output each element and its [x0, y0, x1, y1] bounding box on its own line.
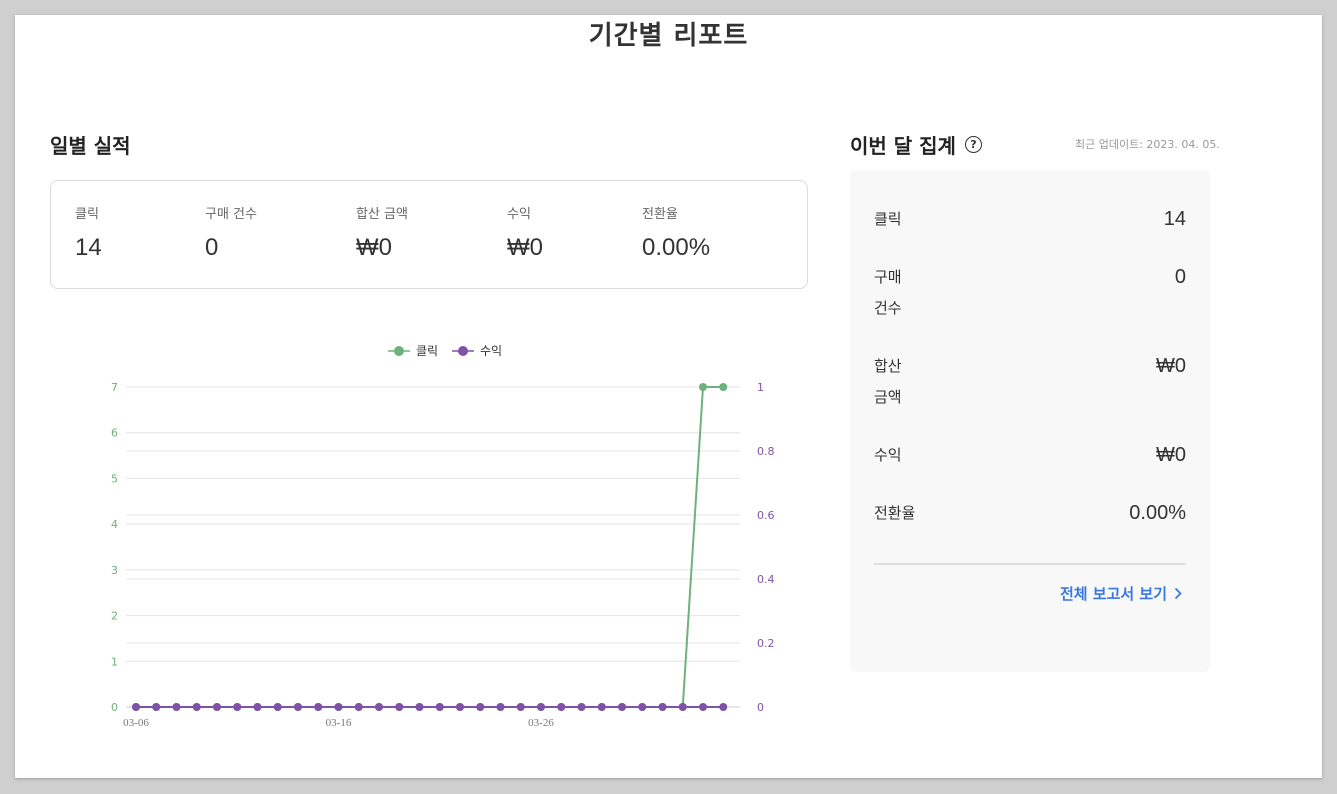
data-point: [294, 703, 302, 711]
y-right-tick-label: 0.2: [757, 637, 775, 650]
summary-label-revenue: 수익: [874, 446, 902, 464]
data-point: [537, 703, 545, 711]
data-point: [699, 383, 707, 391]
summary-label-clicks: 클릭: [874, 210, 902, 228]
y-left-tick-label: 1: [111, 655, 118, 668]
summary-value-clicks: 14: [1163, 208, 1186, 230]
monthly-summary-card: 클릭 14 구매 건수 0 합산 금액 ₩0 수익 ₩0 전환율 0.00% 전…: [850, 170, 1210, 672]
data-point: [334, 703, 343, 711]
series-line: [136, 386, 724, 708]
data-point: [516, 703, 525, 711]
stat-value: ₩0: [356, 234, 392, 261]
daily-stats-box: 클릭 14 구매 건수 0 합산 금액 ₩0 수익 ₩0 전환율 0.00%: [50, 180, 808, 289]
data-point: [132, 703, 140, 711]
data-point: [719, 383, 728, 391]
data-point: [233, 703, 242, 711]
y-right-tick-label: 0.6: [757, 509, 775, 522]
stat-label: 구매 건수: [205, 207, 257, 222]
data-point: [415, 703, 424, 711]
report-page: 기간별 리포트 일별 실적 클릭 14 구매 건수 0 합산 금액 ₩0 수익 …: [15, 15, 1322, 778]
daily-performance-chart: 0 1 2 3 4 5 6 7 0 0.2 0.4 0.6 0.8 1 03-06 03-16 03-26 클릭 수…: [111, 344, 775, 729]
data-point: [638, 703, 647, 711]
data-point: [699, 703, 707, 711]
data-point: [213, 703, 221, 711]
summary-value-conversion: 0.00%: [1129, 502, 1186, 524]
stat-value: 14: [75, 234, 102, 261]
y-left-tick-label: 4: [111, 518, 118, 531]
y-right-tick-label: 0.8: [757, 445, 775, 458]
last-updated-text: 최근 업데이트: 2023. 04. 05.: [1075, 138, 1220, 151]
stat-label: 수익: [507, 207, 531, 222]
x-tick-label: 03-16: [326, 717, 352, 729]
legend-marker: [458, 346, 468, 356]
page-title: 기간별 리포트: [588, 21, 749, 51]
data-point: [496, 703, 505, 711]
daily-section-title: 일별 실적: [50, 134, 131, 158]
data-point: [456, 703, 464, 711]
data-point: [314, 703, 323, 711]
stat-conversion: 전환율 0.00%: [642, 203, 710, 262]
y-left-tick-label: 5: [111, 472, 118, 485]
monthly-section-title: 이번 달 집계 ?: [850, 130, 982, 159]
question-circle-icon[interactable]: ?: [964, 136, 982, 153]
data-point: [618, 703, 626, 711]
data-point: [658, 703, 667, 711]
data-point: [192, 703, 201, 711]
y-left-tick-label: 0: [111, 701, 118, 714]
monthly-title-text: 이번 달 집계: [850, 134, 956, 158]
stat-value: 0: [205, 234, 219, 261]
legend-label: 수익: [480, 344, 502, 358]
stat-clicks: 클릭 14: [75, 203, 102, 262]
summary-value-revenue: ₩0: [1156, 444, 1186, 466]
y-left-tick-label: 3: [111, 564, 118, 577]
summary-divider: [874, 563, 1186, 565]
full-report-link-label: 전체 보고서 보기: [1059, 585, 1167, 603]
y-right-tick-label: 0.4: [757, 573, 775, 586]
legend-label: 클릭: [416, 344, 438, 358]
data-point: [719, 703, 728, 711]
x-tick-label: 03-26: [528, 717, 554, 729]
summary-value-purchases: 0: [1174, 266, 1186, 288]
data-point: [253, 703, 262, 711]
y-right-tick-label: 1: [757, 381, 764, 394]
legend-marker: [394, 346, 404, 356]
x-tick-label: 03-06: [123, 717, 149, 729]
data-point: [375, 703, 383, 711]
data-point: [435, 703, 444, 711]
stat-label: 전환율: [642, 207, 678, 222]
stat-purchases: 구매 건수 0: [205, 203, 257, 262]
data-point: [273, 703, 282, 711]
summary-label-purchases: 구매 건수: [874, 268, 902, 317]
summary-label-total-amount: 합산 금액: [874, 357, 902, 406]
y-right-tick-label: 0: [757, 701, 764, 714]
stat-value: ₩0: [507, 234, 543, 261]
y-left-tick-label: 2: [111, 610, 118, 623]
y-left-tick-label: 6: [111, 427, 118, 440]
summary-value-total-amount: ₩0: [1156, 355, 1186, 377]
stat-total-amount: 합산 금액 ₩0: [356, 203, 408, 262]
data-point: [678, 703, 687, 711]
stat-value: 0.00%: [642, 234, 711, 261]
y-left-tick-label: 7: [111, 381, 118, 394]
chevron-right-icon: [1174, 587, 1182, 600]
data-point: [354, 703, 363, 711]
data-point: [557, 703, 566, 711]
data-point: [152, 703, 161, 711]
stat-label: 합산 금액: [356, 207, 408, 222]
data-point: [577, 703, 586, 711]
data-point: [476, 703, 485, 711]
summary-label-conversion: 전환율: [874, 504, 916, 522]
full-report-link[interactable]: 전체 보고서 보기: [1060, 583, 1182, 604]
data-point: [395, 703, 404, 711]
stat-revenue: 수익 ₩0: [507, 203, 543, 262]
stat-label: 클릭: [75, 207, 99, 222]
data-point: [172, 703, 181, 711]
data-point: [597, 703, 606, 711]
